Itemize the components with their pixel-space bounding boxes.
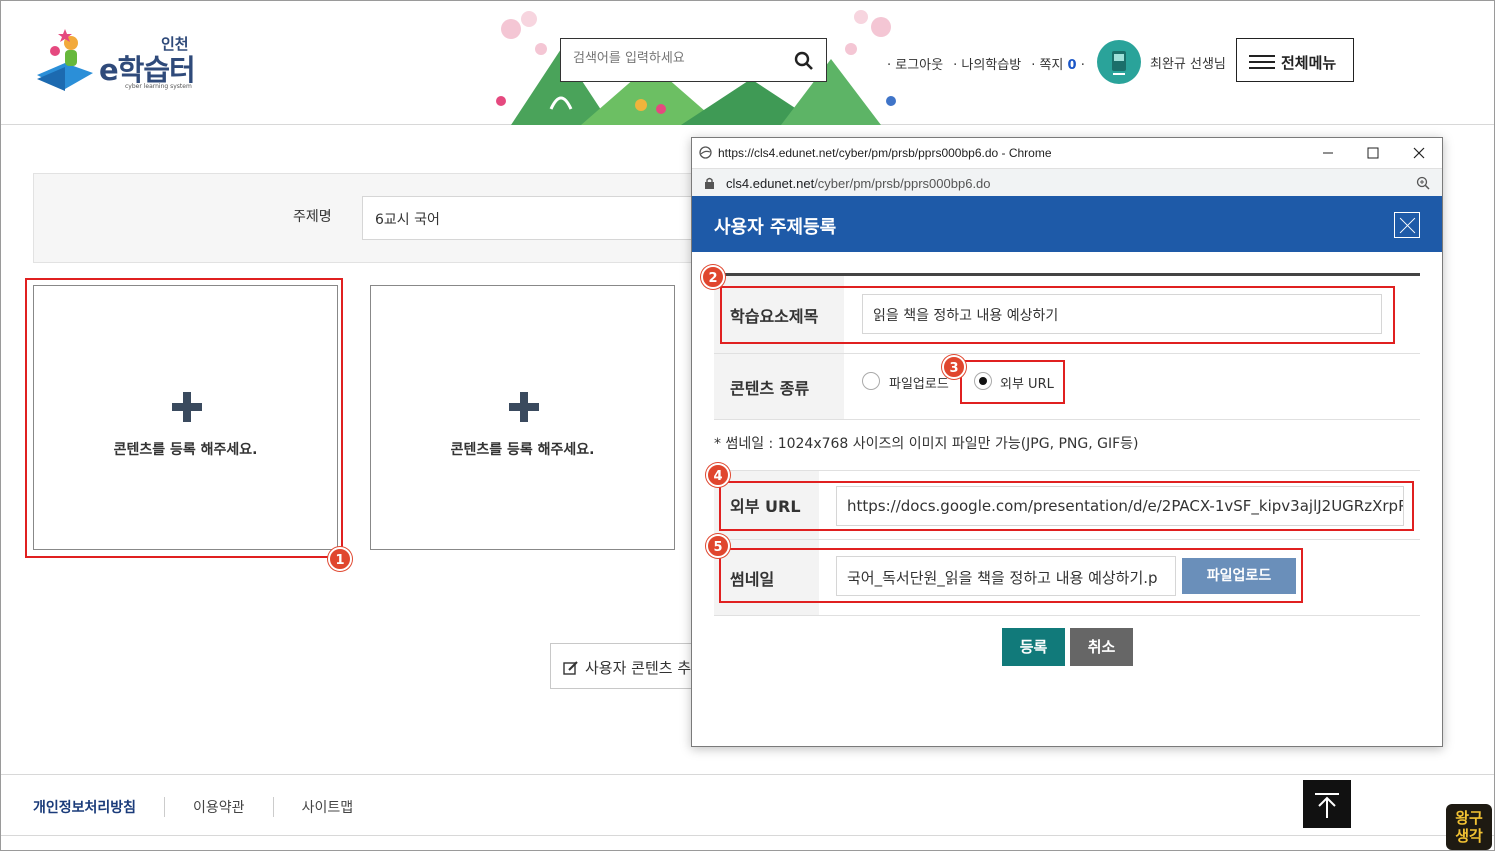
user-avatar[interactable] — [1097, 40, 1141, 84]
address-url: cls4.edunet.net/cyber/pm/prsb/pprs000bp6… — [726, 176, 991, 191]
highlight-box-5 — [719, 548, 1303, 603]
logo-mascot-icon — [37, 29, 93, 91]
window-titlebar: https://cls4.edunet.net/cyber/pm/prsb/pp… — [692, 138, 1442, 168]
terms-link[interactable]: 이용약관 — [164, 797, 273, 817]
thumbnail-note: * 썸네일 : 1024x768 사이즈의 이미지 파일만 가능(JPG, PN… — [714, 436, 1139, 452]
step-badge-4: 4 — [706, 463, 730, 487]
window-title: https://cls4.edunet.net/cyber/pm/prsb/pp… — [718, 146, 1052, 160]
logout-link[interactable]: · 로그아웃 — [887, 54, 943, 73]
teacher-icon — [1112, 51, 1126, 75]
logo-subtitle: cyber learning system — [125, 83, 192, 90]
step-badge-3: 3 — [942, 355, 966, 379]
all-menu-button[interactable]: 전체메뉴 — [1236, 38, 1354, 82]
address-bar[interactable]: cls4.edunet.net/cyber/pm/prsb/pprs000bp6… — [692, 168, 1442, 196]
radio-file-upload-label: 파일업로드 — [889, 377, 949, 392]
user-content-add-label: 사용자 콘텐츠 추 — [585, 659, 692, 677]
scroll-top-button[interactable] — [1303, 780, 1351, 828]
cancel-button[interactable]: 취소 — [1070, 628, 1133, 666]
watermark-line-2: 생각 — [1455, 827, 1483, 845]
popup-title: 사용자 주제등록 — [714, 217, 837, 238]
popup-close-icon[interactable] — [1394, 212, 1420, 238]
search-box[interactable] — [560, 38, 827, 82]
search-icon[interactable] — [794, 51, 814, 71]
top-links: · 로그아웃 · 나의학습방 · 쪽지 0 · — [887, 54, 1085, 73]
search-input[interactable] — [573, 51, 773, 66]
radio-file-upload[interactable] — [862, 372, 880, 390]
window-close-icon[interactable] — [1409, 143, 1429, 163]
highlight-box-2 — [720, 286, 1395, 344]
watermark-logo: 왕구 생각 — [1446, 804, 1492, 850]
site-header: 인천 e학습터 cyber learning system · 로그아웃 · 나… — [1, 1, 1494, 125]
message-count: 0 — [1067, 58, 1077, 73]
topic-input[interactable]: 6교시 국어 — [362, 196, 742, 240]
sitemap-link[interactable]: 사이트맵 — [272, 797, 382, 817]
plus-icon — [509, 392, 539, 422]
popup-window: https://cls4.edunet.net/cyber/pm/prsb/pp… — [691, 137, 1443, 747]
user-content-add-button[interactable]: 사용자 콘텐츠 추 — [550, 643, 700, 689]
content-type-label: 콘텐츠 종류 — [714, 354, 844, 419]
messages-link[interactable]: · 쪽지 0 · — [1031, 54, 1085, 73]
step-badge-1: 1 — [328, 547, 352, 571]
arrow-up-icon — [1315, 793, 1339, 818]
all-menu-label: 전체메뉴 — [1281, 54, 1337, 72]
content-card-2[interactable]: 콘텐츠를 등록 해주세요. — [370, 285, 675, 550]
site-logo[interactable]: 인천 e학습터 cyber learning system — [31, 25, 201, 97]
content-card-text: 콘텐츠를 등록 해주세요. — [450, 442, 595, 458]
content-type-row: 콘텐츠 종류 — [714, 354, 1420, 420]
privacy-policy-link[interactable]: 개인정보처리방침 — [33, 797, 164, 817]
watermark-line-1: 왕구 — [1455, 809, 1483, 827]
highlight-box-3 — [960, 360, 1065, 404]
globe-icon — [699, 146, 712, 159]
highlight-box-1 — [25, 278, 343, 558]
step-badge-5: 5 — [706, 534, 730, 558]
edit-icon — [563, 661, 578, 675]
maximize-icon[interactable] — [1363, 143, 1383, 163]
lock-icon — [705, 177, 714, 189]
popup-header: 사용자 주제등록 — [692, 196, 1442, 252]
minimize-icon[interactable] — [1318, 143, 1338, 163]
step-badge-2: 2 — [701, 265, 725, 289]
footer-links: 개인정보처리방침 이용약관 사이트맵 — [33, 797, 381, 817]
hamburger-icon — [1249, 55, 1275, 73]
site-footer: 개인정보처리방침 이용약관 사이트맵 — [1, 774, 1494, 836]
topic-label: 주제명 — [293, 209, 332, 225]
zoom-icon[interactable] — [1416, 176, 1430, 190]
highlight-box-4 — [719, 481, 1414, 531]
user-name: 최완규 선생님 — [1150, 57, 1226, 72]
submit-button[interactable]: 등록 — [1002, 628, 1065, 666]
my-classroom-link[interactable]: · 나의학습방 — [953, 54, 1021, 73]
